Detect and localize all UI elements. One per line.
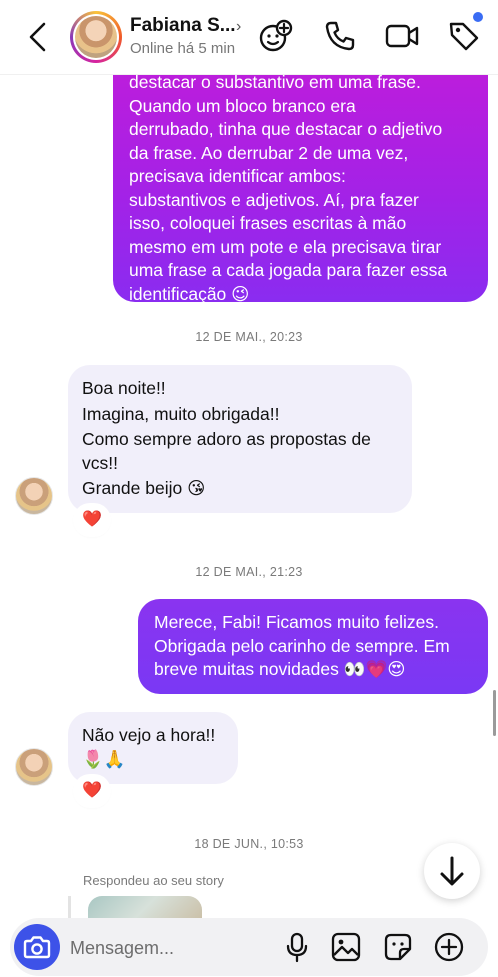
chevron-right-icon[interactable]: › (236, 18, 241, 36)
sticker-icon[interactable] (382, 931, 414, 963)
add-icon[interactable] (433, 931, 465, 963)
scroll-down-button[interactable] (424, 843, 480, 899)
contact-name[interactable]: Fabiana S... (130, 15, 236, 37)
timestamp: 12 DE MAI., 21:23 (195, 565, 303, 579)
scrollbar[interactable] (493, 690, 496, 736)
back-chevron-icon[interactable] (24, 20, 52, 54)
microphone-icon[interactable] (281, 931, 313, 963)
effects-face-add-icon[interactable] (258, 18, 294, 54)
message-text: Merece, Fabi! Ficamos muito felizes. Obr… (154, 612, 450, 679)
message-input[interactable] (68, 926, 272, 970)
message-text: Não vejo a hora!! 🌷🙏 (82, 725, 216, 769)
tag-icon[interactable] (446, 18, 482, 54)
phone-icon[interactable] (322, 18, 358, 54)
arrow-down-icon (440, 856, 464, 886)
outgoing-message[interactable]: destacar o substantivo em uma frase. Qua… (113, 40, 488, 302)
sender-avatar[interactable] (15, 748, 53, 786)
contact-status: Online há 5 min (130, 40, 236, 57)
incoming-message[interactable]: Boa noite!! Imagina, muito obrigada!! Co… (68, 365, 412, 513)
message-text: destacar o substantivo em uma frase. Qua… (129, 72, 448, 302)
message-composer (10, 918, 488, 976)
heart-reaction[interactable]: ❤️ (75, 505, 109, 535)
camera-icon (23, 936, 51, 959)
video-icon[interactable] (384, 18, 420, 54)
chat-header: Fabiana S... › Online há 5 min (0, 0, 498, 75)
gallery-icon[interactable] (330, 931, 362, 963)
contact-avatar[interactable] (70, 11, 122, 63)
sender-avatar[interactable] (15, 477, 53, 515)
incoming-message[interactable]: Não vejo a hora!! 🌷🙏 (68, 712, 238, 784)
avatar-photo (75, 16, 117, 58)
outgoing-message[interactable]: Merece, Fabi! Ficamos muito felizes. Obr… (138, 599, 488, 694)
camera-button[interactable] (14, 924, 60, 970)
story-reply-label: Respondeu ao seu story (83, 873, 224, 888)
heart-reaction[interactable]: ❤️ (75, 776, 109, 806)
message-text: Boa noite!! Imagina, muito obrigada!! Co… (82, 378, 371, 498)
notification-dot (473, 12, 483, 22)
timestamp: 12 DE MAI., 20:23 (195, 330, 303, 344)
